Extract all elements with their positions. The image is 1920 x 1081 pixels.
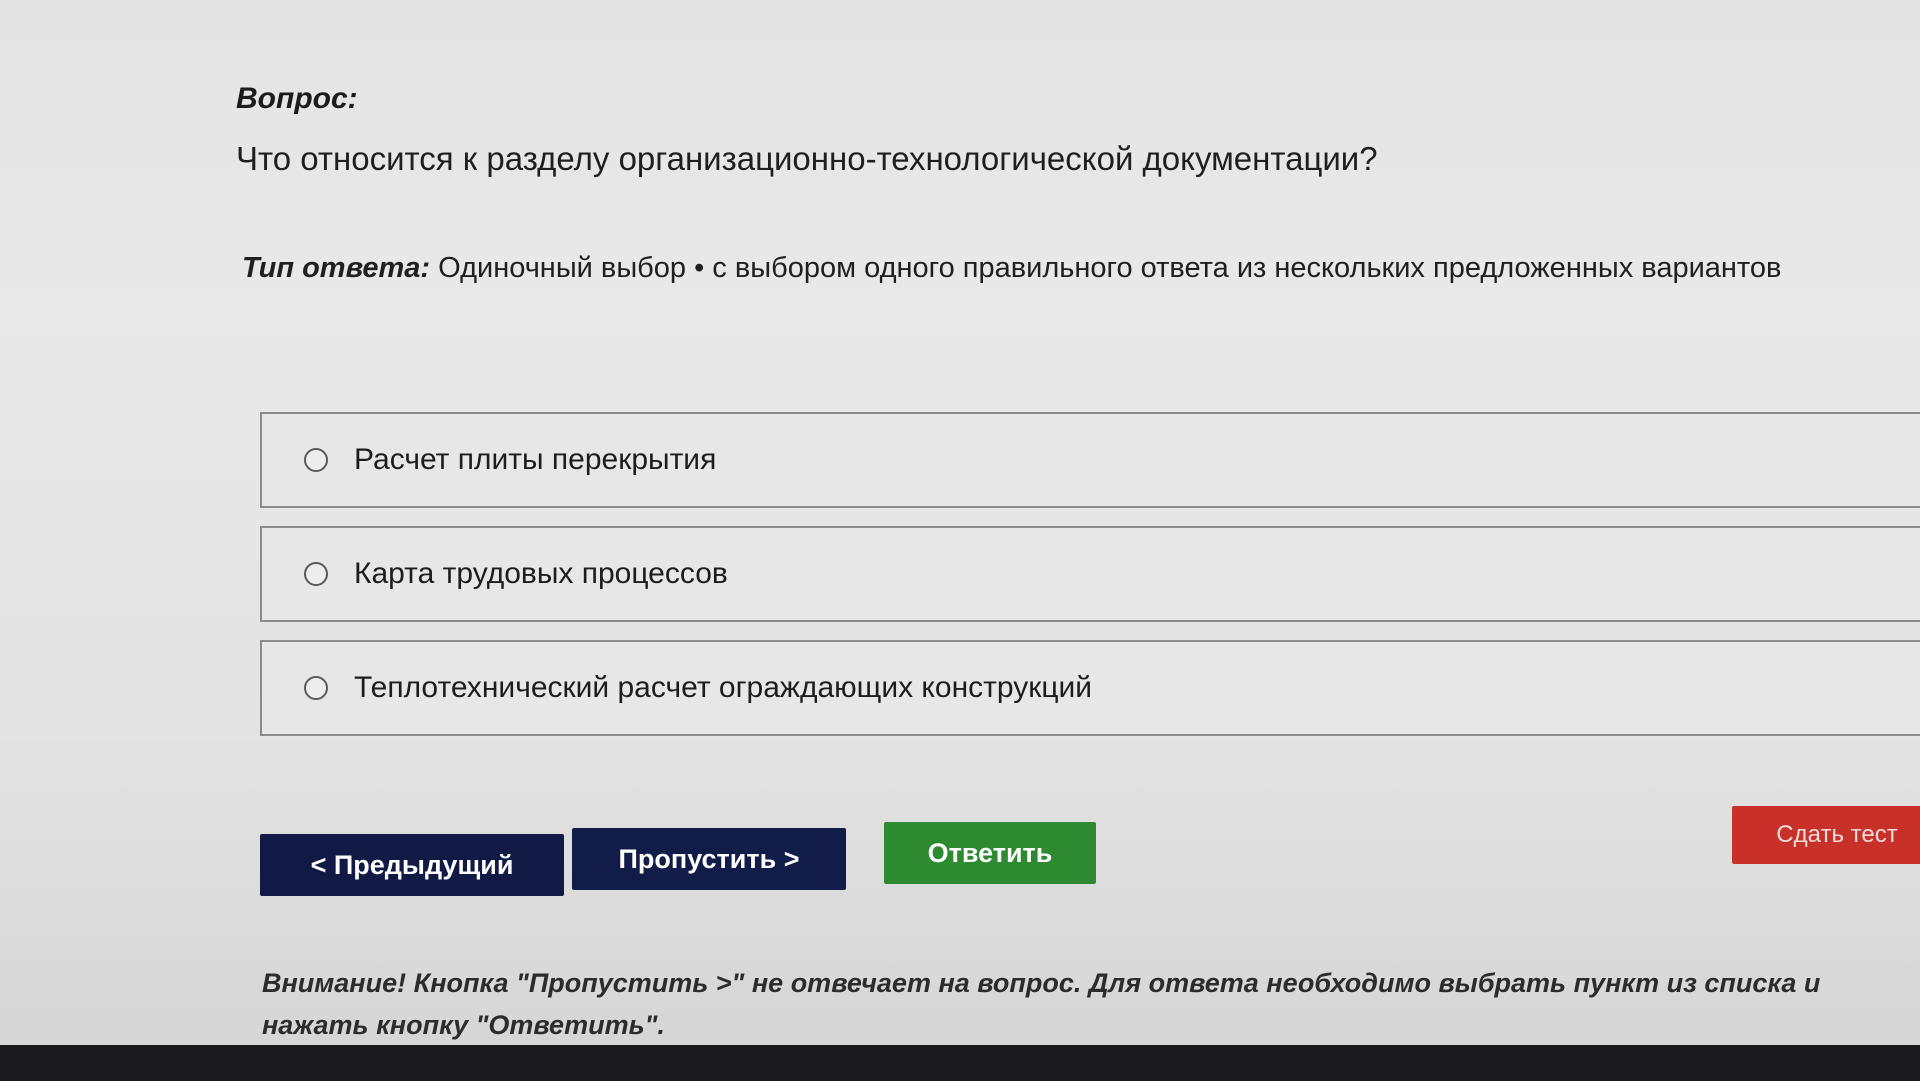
answer-option[interactable]: Теплотехнический расчет ограждающих конс… — [260, 640, 1920, 736]
test-screen: Вопрос: Что относится к разделу организа… — [0, 0, 1920, 1045]
answer-option[interactable]: Карта трудовых процессов — [260, 526, 1920, 622]
answer-option-label: Расчет плиты перекрытия — [354, 443, 717, 476]
answer-button[interactable]: Ответить — [884, 822, 1096, 884]
question-text: Что относится к разделу организационно-т… — [236, 140, 1378, 177]
screen-bezel — [0, 1045, 1920, 1081]
answer-options: Расчет плиты перекрытия Карта трудовых п… — [260, 412, 1920, 754]
skip-button[interactable]: Пропустить > — [572, 828, 846, 890]
submit-test-button[interactable]: Сдать тест — [1732, 806, 1920, 864]
radio-button-icon[interactable] — [304, 676, 328, 700]
skip-warning-text: Внимание! Кнопка "Пропустить >" не отвеч… — [262, 968, 1821, 1040]
answer-option[interactable]: Расчет плиты перекрытия — [260, 412, 1920, 508]
radio-button-icon[interactable] — [304, 562, 328, 586]
answer-option-label: Теплотехнический расчет ограждающих конс… — [354, 671, 1093, 704]
previous-button[interactable]: < Предыдущий — [260, 834, 564, 896]
radio-button-icon[interactable] — [304, 448, 328, 472]
question-label: Вопрос: — [236, 82, 358, 115]
answer-type: Тип ответа: Одиночный выбор • с выбором … — [242, 252, 1781, 285]
answer-type-label: Тип ответа: — [242, 252, 431, 284]
answer-type-value: Одиночный выбор • с выбором одного прави… — [438, 252, 1782, 284]
answer-option-label: Карта трудовых процессов — [354, 557, 728, 590]
